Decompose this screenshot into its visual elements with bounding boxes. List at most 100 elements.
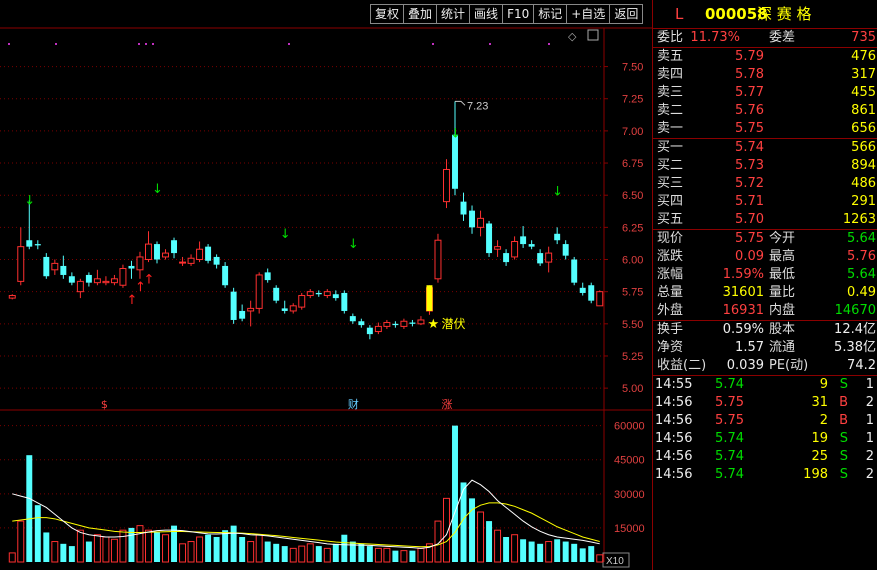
- toolbar-button-1[interactable]: 叠加: [403, 4, 438, 24]
- quote-row: 总量 31601 量比 0.49: [653, 284, 877, 302]
- candle-body: [145, 243, 152, 261]
- candle-body: [366, 327, 373, 335]
- volume-bar: [196, 536, 204, 563]
- price-tick-label: 6.75: [622, 158, 643, 170]
- tick-list[interactable]: 14:55 5.74 9 S 1 14:56 5.75 31 B 2 14:56 5.75 2 B 1 14:…: [653, 375, 877, 484]
- dot-marker: [55, 43, 57, 45]
- book-price: 5.75: [735, 121, 764, 136]
- down-arrow-icon: ↓: [24, 193, 35, 208]
- toolbar-button-7[interactable]: 返回: [609, 4, 644, 24]
- candle-body: [255, 274, 263, 309]
- volume-unit-label: X10: [606, 556, 624, 567]
- volume-bar: [469, 498, 476, 562]
- candle-body: [486, 223, 493, 254]
- fund-row: 换手 0.59% 股本 12.4亿: [653, 321, 877, 339]
- book-label: 买二: [657, 158, 684, 173]
- book-label: 卖四: [657, 67, 684, 82]
- candle-body: [409, 322, 416, 324]
- fund-label: 流通: [769, 340, 796, 355]
- volume-bar: [374, 547, 382, 563]
- fund-value: 1.57: [735, 340, 764, 355]
- book-price: 5.79: [735, 49, 764, 64]
- volume-bar: [255, 534, 263, 563]
- candle-body: [85, 274, 92, 283]
- book-label: 卖一: [657, 121, 684, 136]
- candle-body: [34, 244, 41, 246]
- book-price: 5.78: [735, 67, 764, 82]
- fund-label: 股本: [769, 322, 796, 337]
- toolbar-button-4[interactable]: F10: [502, 4, 535, 24]
- fund-row: 收益(二) 0.039 PE(动) 74.2: [653, 357, 877, 375]
- volume-tick-label: 15000: [614, 523, 645, 535]
- candle-body: [383, 322, 391, 327]
- stat-value: 16931: [722, 303, 764, 318]
- fund-label: 收益(二): [657, 358, 707, 373]
- tick-row: 14:55 5.74 9 S 1: [653, 376, 877, 394]
- bid-row: 买三 5.72 486: [653, 175, 877, 193]
- stat-label: 总量: [657, 285, 684, 300]
- book-volume: 291: [851, 194, 876, 209]
- ask-book: 卖五 5.79 476 卖四 5.78 317 卖三 5.77 455 卖二 5.76 861 卖一 5.…: [653, 47, 877, 138]
- dot-marker: [138, 43, 140, 45]
- candle-body: [51, 262, 59, 271]
- price-tick-label: 6.25: [622, 222, 643, 234]
- price-tick-label: 5.25: [622, 351, 643, 363]
- down-arrow-icon: ↓: [280, 227, 291, 242]
- volume-bar: [511, 534, 519, 563]
- fund-value: 0.039: [726, 358, 764, 373]
- volume-bar: [17, 520, 25, 563]
- stat-label: 今开: [769, 231, 796, 246]
- tick-volume: 25: [811, 449, 828, 464]
- tick-price: 5.75: [715, 395, 744, 410]
- volume-bar: [554, 539, 561, 562]
- volume-bar: [306, 543, 314, 563]
- dot-marker: [288, 43, 290, 45]
- toolbar-button-5[interactable]: 标记: [533, 4, 568, 24]
- candle-body: [571, 259, 578, 283]
- volume-bar: [392, 550, 399, 562]
- dot-marker: [548, 43, 550, 45]
- kline-chart[interactable]: 7.50 7.25 7.00 6.75 6.50 6.25 6.00 5.75 5.50 5.25…: [0, 0, 652, 570]
- fund-value: 0.59%: [722, 322, 764, 337]
- fund-row: 净资 1.57 流通 5.38亿: [653, 339, 877, 357]
- price-tick-label: 5.50: [622, 319, 643, 331]
- volume-bar: [247, 541, 255, 563]
- candle-body: [205, 246, 212, 261]
- volume-bar: [68, 546, 75, 562]
- volume-bar: [417, 547, 425, 563]
- candle-body: [392, 323, 399, 326]
- candle-body: [93, 278, 101, 284]
- candle-body: [128, 265, 135, 269]
- quote-row: 现价 5.75 今开 5.64: [653, 230, 877, 248]
- dot-marker: [489, 43, 491, 45]
- volume-bar: [230, 525, 237, 562]
- volume-bar: [154, 532, 160, 562]
- volume-bar: [8, 552, 16, 563]
- stat-value: 14670: [834, 303, 876, 318]
- candle-body: [434, 239, 442, 280]
- toolbar-button-3[interactable]: 画线: [469, 4, 504, 24]
- fund-label: PE(动): [769, 358, 809, 373]
- tick-volume: 19: [811, 431, 828, 446]
- tick-count: 2: [865, 449, 874, 464]
- volume-bar: [503, 537, 510, 562]
- volume-bar: [588, 546, 595, 562]
- candle-body: [400, 320, 408, 327]
- volume-bar: [34, 505, 41, 562]
- volume-bar: [179, 543, 187, 563]
- toolbar-button-0[interactable]: 复权: [370, 4, 405, 24]
- toolbar-button-2[interactable]: 统计: [436, 4, 471, 24]
- tick-time: 14:56: [655, 431, 693, 446]
- dot-marker: [8, 43, 10, 45]
- volume-bar: [26, 455, 33, 562]
- candle-body: [26, 240, 33, 247]
- toolbar-button-6[interactable]: +自选: [566, 4, 611, 24]
- volume-tick-label: 30000: [614, 489, 645, 501]
- candle-body: [154, 244, 160, 260]
- bid-row: 买二 5.73 894: [653, 157, 877, 175]
- candle-body: [341, 292, 348, 311]
- candle-body: [562, 244, 569, 256]
- chart-toolbar: 复权 叠加 统计 画线 F10 标记 +自选 返回: [370, 4, 644, 24]
- candle-body: [469, 210, 476, 228]
- bid-book: 买一 5.74 566 买二 5.73 894 买三 5.72 486 买四 5.71 291 买五 5.…: [653, 138, 877, 229]
